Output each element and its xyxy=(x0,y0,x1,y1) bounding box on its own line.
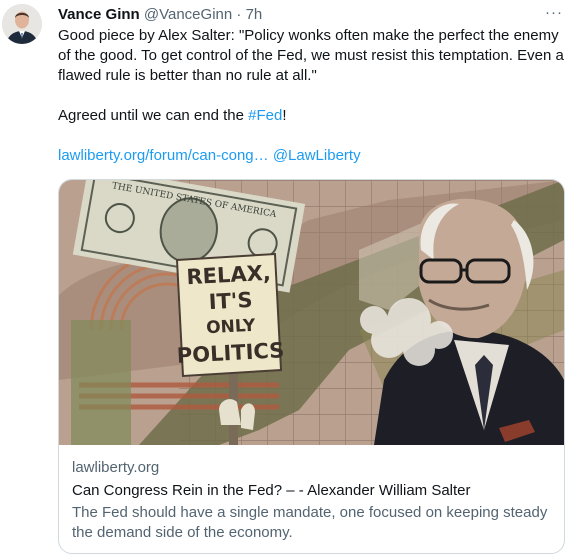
tweet-text: Good piece by Alex Salter: "Policy wonks… xyxy=(58,26,568,166)
author-name[interactable]: Vance Ginn xyxy=(58,6,140,23)
card-description: The Fed should have a single mandate, on… xyxy=(72,504,548,541)
tweet-header: Vance Ginn @VanceGinn · 7h xyxy=(58,5,262,25)
tweet-comment-paragraph: Agreed until we can end the #Fed! xyxy=(58,106,568,126)
separator-dot: · xyxy=(236,6,242,23)
avatar-image xyxy=(2,4,42,44)
article-url-link[interactable]: lawliberty.org/forum/can-cong… xyxy=(58,147,269,164)
tweet-links-paragraph: lawliberty.org/forum/can-cong… @LawLiber… xyxy=(58,146,568,166)
hashtag-link[interactable]: #Fed xyxy=(248,107,282,124)
sign-line-3: ONLY xyxy=(206,316,257,339)
tweet-quote-paragraph: Good piece by Alex Salter: "Policy wonks… xyxy=(58,27,564,84)
card-image[interactable]: THE UNITED STATES OF AMERICA RELAX, IT'S… xyxy=(59,180,564,445)
card-text-block: lawliberty.org Can Congress Rein in the … xyxy=(72,458,557,543)
sign-line-1: RELAX, xyxy=(186,261,271,289)
comment-suffix: ! xyxy=(282,107,287,124)
tweet[interactable]: Vance Ginn @VanceGinn · 7h ··· Good piec… xyxy=(0,0,572,558)
comment-text: Agreed until we can end the xyxy=(58,107,249,124)
author-handle[interactable]: @VanceGinn xyxy=(144,6,232,23)
card-title[interactable]: Can Congress Rein in the Fed? – - Alexan… xyxy=(72,481,557,501)
more-options-button[interactable]: ··· xyxy=(545,4,563,21)
sign-line-2: IT'S xyxy=(208,288,253,314)
link-preview-card[interactable]: THE UNITED STATES OF AMERICA RELAX, IT'S… xyxy=(58,179,565,554)
tweet-timestamp[interactable]: 7h xyxy=(246,6,263,23)
mention-link[interactable]: @LawLiberty xyxy=(273,147,361,164)
card-domain: lawliberty.org xyxy=(72,459,160,476)
ellipsis-icon: ··· xyxy=(545,4,563,21)
avatar[interactable] xyxy=(2,4,42,44)
